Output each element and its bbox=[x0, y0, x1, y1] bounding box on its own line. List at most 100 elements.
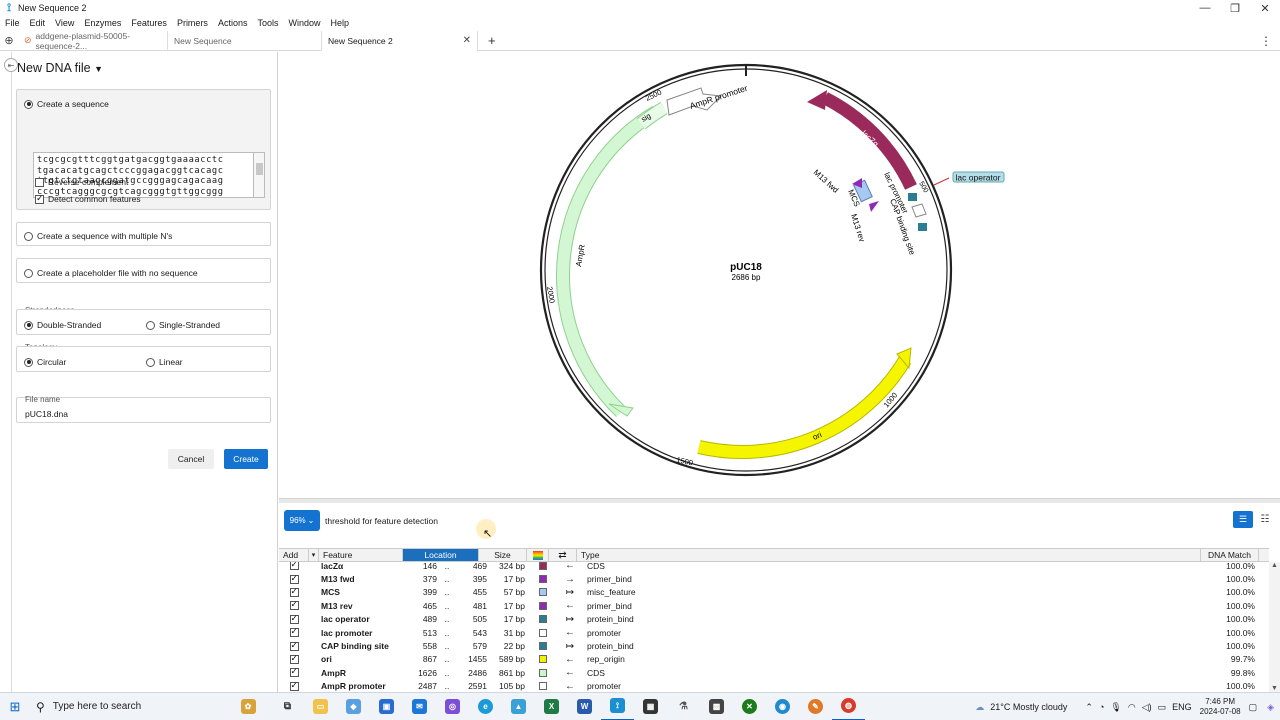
cancel-button[interactable]: Cancel bbox=[168, 449, 214, 469]
task-view-icon[interactable]: ⧉ bbox=[271, 693, 304, 720]
feature-color-swatch[interactable] bbox=[538, 575, 547, 584]
double-stranded-radio[interactable] bbox=[24, 320, 33, 330]
add-feature-checkbox[interactable] bbox=[289, 573, 299, 584]
app-icon-4[interactable]: ▦ bbox=[634, 693, 667, 720]
add-cell[interactable] bbox=[279, 573, 309, 584]
feature-color-swatch[interactable] bbox=[538, 562, 547, 570]
lac-operator-label[interactable]: lac operator bbox=[956, 173, 1001, 183]
feature-direction[interactable]: ← bbox=[556, 667, 584, 678]
table-row[interactable]: CAP binding site 558.. 579 22 bp ↦protein_bi… bbox=[279, 639, 1269, 652]
file-name-field[interactable]: File name pUC18.dna bbox=[16, 395, 271, 423]
table-row[interactable]: lac operator 489.. 505 17 bp ↦protein_bind 10… bbox=[279, 613, 1269, 626]
feature-color-swatch[interactable] bbox=[538, 668, 547, 677]
table-row[interactable]: ori 867.. 1455 589 bp ←rep_origin 99.7% bbox=[279, 653, 1269, 666]
add-feature-checkbox[interactable] bbox=[289, 680, 299, 691]
widgets-icon[interactable]: ✿ bbox=[225, 693, 271, 720]
menu-edit[interactable]: Edit bbox=[25, 18, 51, 28]
feature-direction[interactable]: → bbox=[556, 574, 584, 585]
reverse-complement-checkbox[interactable] bbox=[35, 177, 44, 187]
create-sequence-radio-row[interactable]: Create a sequence bbox=[24, 98, 109, 110]
new-tab-icon[interactable]: + bbox=[478, 33, 506, 48]
add-cell[interactable] bbox=[279, 653, 309, 664]
feature-direction[interactable]: ← bbox=[556, 562, 584, 571]
add-cell[interactable] bbox=[279, 666, 309, 678]
ori-feature[interactable] bbox=[697, 356, 911, 458]
snapgene-icon[interactable]: ⟟ bbox=[601, 693, 634, 720]
col-type[interactable]: Type bbox=[577, 549, 1201, 561]
col-location[interactable]: Location bbox=[403, 549, 479, 561]
word-icon[interactable]: W bbox=[568, 693, 601, 720]
feature-color-swatch[interactable] bbox=[538, 628, 547, 637]
linear-radio[interactable] bbox=[146, 357, 155, 367]
circular-radio[interactable] bbox=[24, 357, 33, 367]
col-color-icon[interactable] bbox=[527, 549, 549, 561]
app-icon-6[interactable]: ▩ bbox=[700, 693, 733, 720]
close-tab-icon[interactable]: ✕ bbox=[463, 35, 471, 46]
chevron-up-icon[interactable]: ⌃ bbox=[1085, 702, 1093, 713]
menu-enzymes[interactable]: Enzymes bbox=[79, 18, 126, 28]
feature-direction[interactable]: ← bbox=[556, 654, 584, 665]
feature-color-swatch[interactable] bbox=[538, 642, 547, 651]
clock[interactable]: 7:46 PM 2024-07-08 bbox=[1200, 697, 1241, 717]
feature-color-cell[interactable] bbox=[529, 588, 556, 597]
feature-color-cell[interactable] bbox=[529, 682, 556, 691]
app-icon-1[interactable]: ◆ bbox=[337, 693, 370, 720]
scroll-thumb[interactable] bbox=[256, 163, 263, 175]
add-cell[interactable] bbox=[279, 626, 309, 638]
panel-title[interactable]: New DNA file ▼ bbox=[17, 61, 103, 75]
feature-color-cell[interactable] bbox=[529, 642, 556, 651]
tab-new-sequence[interactable]: New Sequence bbox=[168, 30, 322, 51]
menu-window[interactable]: Window bbox=[283, 18, 325, 28]
add-feature-checkbox[interactable] bbox=[289, 653, 299, 664]
sequence-textarea[interactable]: tcgcgcgtttcggtgatgacggtgaaaacctc tgacacat… bbox=[33, 152, 265, 198]
feature-direction[interactable]: ← bbox=[556, 627, 584, 638]
cap-site-mark[interactable] bbox=[918, 223, 927, 231]
feature-color-swatch[interactable] bbox=[538, 588, 547, 597]
single-stranded-row[interactable]: Single-Stranded bbox=[146, 319, 220, 331]
feature-direction[interactable]: ← bbox=[556, 681, 584, 692]
feature-color-cell[interactable] bbox=[529, 562, 556, 570]
create-sequence-option[interactable]: Create a sequence tcgcgcgtttcggtgatgacgg… bbox=[16, 89, 271, 210]
more-options-icon[interactable]: ⋮ bbox=[1260, 34, 1272, 48]
add-cell[interactable] bbox=[279, 680, 309, 691]
feature-color-swatch[interactable] bbox=[538, 682, 547, 691]
taskbar-search[interactable]: ⚲ Type here to search bbox=[30, 693, 225, 720]
menu-actions[interactable]: Actions bbox=[213, 18, 253, 28]
mail-icon[interactable]: ✉ bbox=[403, 693, 436, 720]
scroll-up-icon[interactable]: ▲ bbox=[1271, 562, 1278, 569]
collapse-panel-icon[interactable]: ⇤ bbox=[4, 58, 18, 72]
linear-row[interactable]: Linear bbox=[146, 356, 183, 368]
feature-color-cell[interactable] bbox=[529, 655, 556, 664]
menu-primers[interactable]: Primers bbox=[172, 18, 213, 28]
detect-features-row[interactable]: Detect common features bbox=[35, 193, 141, 205]
microphone-icon[interactable]: 🎙 bbox=[1110, 702, 1121, 713]
xbox-icon[interactable]: ✕ bbox=[733, 693, 766, 720]
app-icon-5[interactable]: ⚗ bbox=[667, 693, 700, 720]
lac-operator-mark[interactable] bbox=[908, 193, 917, 201]
feature-color-cell[interactable] bbox=[529, 668, 556, 677]
feature-color-swatch[interactable] bbox=[538, 655, 547, 664]
feature-direction[interactable]: ↦ bbox=[556, 614, 584, 625]
feature-direction[interactable]: ↦ bbox=[556, 641, 584, 652]
m13-rev-mark[interactable] bbox=[869, 201, 879, 212]
lac-promoter-mark[interactable] bbox=[911, 203, 927, 218]
edge-browser-icon[interactable]: e bbox=[469, 693, 502, 720]
create-sequence-radio[interactable] bbox=[24, 99, 33, 109]
menu-file[interactable]: File bbox=[0, 18, 25, 28]
list-view-icon[interactable]: ☰ bbox=[1233, 511, 1253, 528]
table-row[interactable]: M13 fwd 379.. 395 17 bp →primer_bind 100.0% bbox=[279, 572, 1269, 585]
circular-row[interactable]: Circular bbox=[24, 356, 66, 368]
windows-start-icon[interactable]: ⊞ bbox=[0, 693, 30, 720]
add-feature-checkbox[interactable] bbox=[289, 562, 299, 571]
app-tray-icon[interactable]: ◔ bbox=[1099, 702, 1104, 712]
file-name-input[interactable]: pUC18.dna bbox=[25, 409, 68, 419]
multiple-n-radio[interactable] bbox=[24, 231, 33, 241]
add-feature-checkbox[interactable] bbox=[289, 599, 299, 611]
notification-icon[interactable]: ▢ bbox=[1249, 702, 1258, 713]
copilot-icon[interactable]: ◈ bbox=[1267, 702, 1274, 713]
battery-icon[interactable]: ▭ bbox=[1158, 702, 1167, 713]
feature-direction[interactable]: ← bbox=[556, 600, 584, 611]
feature-color-cell[interactable] bbox=[529, 628, 556, 637]
add-cell[interactable] bbox=[279, 640, 309, 651]
add-cell[interactable] bbox=[279, 599, 309, 611]
